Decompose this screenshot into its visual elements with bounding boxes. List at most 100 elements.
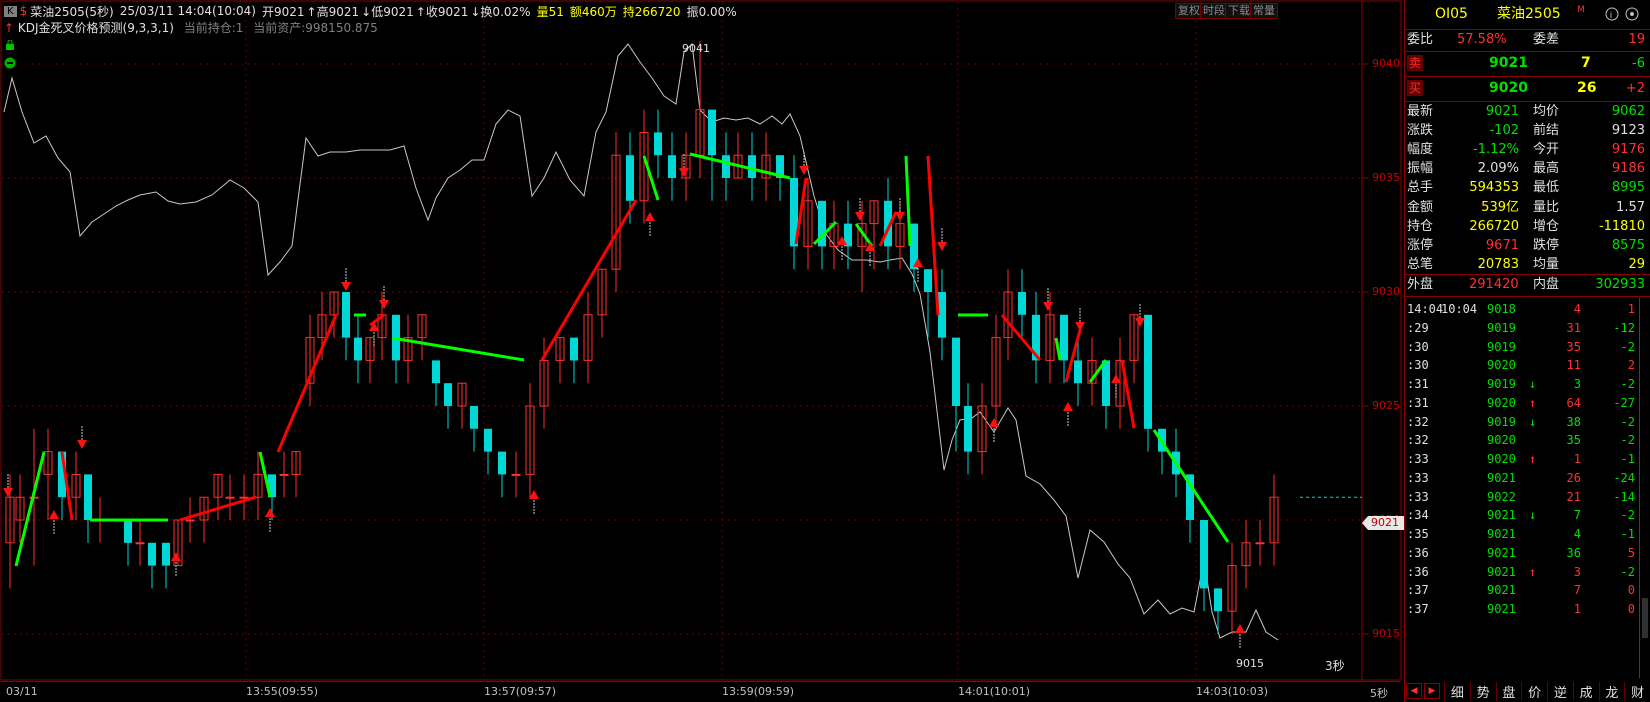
stat-value: 9186 — [1611, 161, 1645, 177]
constant-button[interactable]: 常量 — [1250, 3, 1278, 19]
tick-row[interactable]: :30 9020 11 2 — [1405, 356, 1650, 375]
tab-price[interactable]: 价 — [1521, 681, 1547, 701]
bid-row[interactable]: 买 9020 26 +2 — [1405, 77, 1650, 100]
x-tick-label: 13:55(09:55) — [246, 685, 318, 698]
candle-body — [748, 155, 756, 178]
indicator-name[interactable]: KDJ金死叉价格预测(9,3,3,1) — [18, 21, 174, 35]
stat-value: 29 — [1628, 256, 1645, 272]
tick-oi-change: 1 — [1627, 302, 1635, 316]
tick-time: :32 — [1407, 433, 1429, 448]
outer-inner-row: 外盘 291420 内盘 302933 — [1405, 275, 1650, 295]
tick-row[interactable]: :33 9022 21 -14 — [1405, 488, 1650, 507]
tick-row[interactable]: :32 9020 35 -2 — [1405, 431, 1650, 450]
stat-label: 幅度 — [1407, 142, 1434, 158]
tick-row[interactable]: :34 9021 ↓ 7 -2 — [1405, 506, 1650, 525]
tick-row[interactable]: :36 9021 ↑ 3 -2 — [1405, 563, 1650, 582]
tick-row[interactable]: :31 9019 ↓ 3 -2 — [1405, 375, 1650, 394]
weicha-value: 19 — [1628, 32, 1645, 47]
ask-change: -6 — [1632, 56, 1645, 71]
tick-oi-change: -14 — [1613, 489, 1635, 504]
close-value: ↑收9021 — [415, 4, 469, 19]
candle-body — [444, 383, 452, 406]
tick-row[interactable]: :33 9021 26 -24 — [1405, 469, 1650, 488]
dollar-icon: $ — [19, 4, 28, 18]
tab-dragon[interactable]: 龙 — [1598, 681, 1625, 701]
stat-value: 594353 — [1469, 180, 1519, 196]
period-label: 5秒 — [1370, 687, 1388, 700]
candle-body — [1214, 588, 1222, 612]
tick-volume: 26 — [1566, 470, 1581, 485]
tick-volume: 1 — [1573, 602, 1581, 616]
x-tick-label: 14:03(10:03) — [1196, 685, 1268, 698]
outer-label: 外盘 — [1407, 277, 1434, 292]
candle-body — [432, 360, 440, 384]
prev-arrow-icon[interactable]: ◀ — [1406, 683, 1422, 699]
tick-row[interactable]: :29 9019 31 -12 — [1405, 319, 1650, 338]
candlestick-chart[interactable] — [0, 0, 1404, 682]
fuquan-button[interactable]: 复权 — [1175, 3, 1203, 19]
candle-body — [1060, 314, 1068, 361]
panel-title-row: OI05 菜油2505 M i — [1405, 4, 1650, 26]
download-button[interactable]: 下载 — [1225, 3, 1253, 19]
tab-trend[interactable]: 势 — [1469, 681, 1496, 701]
tick-time: :34 — [1407, 508, 1429, 523]
tick-row[interactable]: :31 9020 ↑ 64 -27 — [1405, 394, 1650, 413]
stat-value: -102 — [1489, 123, 1519, 139]
info-icon[interactable]: i — [1605, 7, 1619, 28]
tick-row[interactable]: :33 9020 ↑ 1 -1 — [1405, 450, 1650, 469]
outer-value: 291420 — [1469, 277, 1519, 292]
candle-body — [1255, 542, 1265, 545]
tick-row[interactable]: :35 9021 4 -1 — [1405, 525, 1650, 544]
candle-body — [279, 473, 289, 476]
tick-oi-change: 0 — [1627, 583, 1635, 598]
settings-icon[interactable] — [1625, 7, 1639, 28]
candle-body — [354, 337, 362, 361]
candle-body — [511, 473, 521, 476]
open-value: 开9021 — [262, 4, 305, 19]
tab-deals[interactable]: 成 — [1572, 681, 1599, 701]
session-button[interactable]: 时段 — [1200, 3, 1228, 19]
tick-row[interactable]: 14:04 10:04 9018 4 1 — [1405, 300, 1650, 319]
indicator-toggle-icon[interactable] — [4, 57, 16, 69]
stat-label: 涨跌 — [1407, 123, 1434, 139]
period-badge[interactable]: K — [4, 5, 17, 17]
tab-book[interactable]: 盘 — [1495, 681, 1522, 701]
tick-price: 9019 — [1487, 377, 1516, 391]
weicha-label: 委差 — [1533, 32, 1560, 47]
tick-row[interactable]: :30 9019 35 -2 — [1405, 338, 1650, 357]
ask-row[interactable]: 卖 9021 7 -6 — [1405, 52, 1650, 75]
chart-title: 菜油2505(5秒) — [30, 4, 114, 19]
stat-label: 持仓 — [1407, 218, 1434, 234]
tick-volume: 38 — [1566, 414, 1581, 429]
tick-volume: 7 — [1573, 583, 1581, 598]
candle-body — [708, 109, 716, 156]
tick-row[interactable]: :37 9021 1 0 — [1405, 600, 1650, 619]
stat-label: 均量 — [1533, 256, 1560, 272]
candle-body — [1102, 360, 1110, 406]
stat-value: 2.09% — [1477, 161, 1519, 177]
stat-value: 9062 — [1611, 104, 1645, 119]
tick-oi-change: -1 — [1620, 452, 1635, 466]
tick-time: :33 — [1407, 470, 1429, 485]
y-tick-label: 9030 — [1372, 285, 1400, 298]
tick-row[interactable]: :36 9021 36 5 — [1405, 544, 1650, 563]
x-tick-label: 13:57(09:57) — [484, 685, 556, 698]
tick-row[interactable]: :32 9019 ↓ 38 -2 — [1405, 413, 1650, 432]
tick-row[interactable]: :37 9021 7 0 — [1405, 581, 1650, 600]
tick-volume: 21 — [1566, 489, 1581, 504]
lock-icon[interactable] — [5, 39, 15, 50]
tab-detail[interactable]: 细 — [1444, 681, 1470, 701]
tick-scrollbar[interactable] — [1639, 298, 1650, 678]
candle-body — [84, 474, 92, 520]
stat-label: 前结 — [1533, 123, 1560, 139]
y-tick-label: 9015 — [1372, 627, 1400, 640]
tick-time: :36 — [1407, 545, 1429, 560]
next-arrow-icon[interactable]: ▶ — [1424, 683, 1440, 699]
tab-finance[interactable]: 财 — [1624, 681, 1650, 701]
tick-oi-change: 0 — [1627, 602, 1635, 616]
tick-price: 9018 — [1487, 302, 1516, 316]
tab-reverse[interactable]: 逆 — [1547, 681, 1573, 701]
candle-body — [185, 519, 195, 522]
candle-body — [135, 542, 145, 545]
stat-row: 最新 9021 均价 9062 — [1405, 102, 1650, 121]
